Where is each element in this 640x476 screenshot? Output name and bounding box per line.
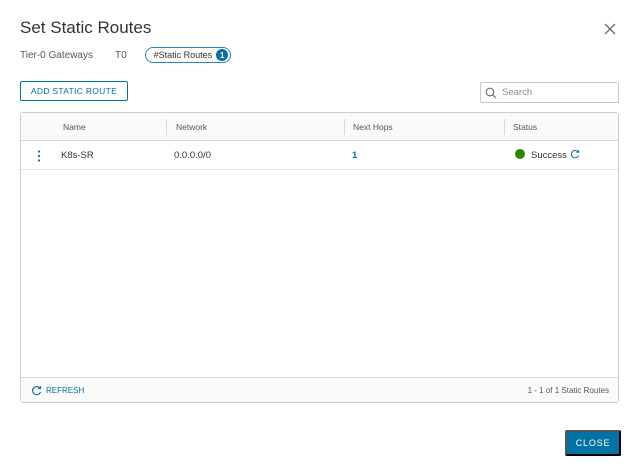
static-routes-count-badge: 1 (216, 49, 229, 61)
status-text: Success (531, 150, 567, 161)
status-cell: Success (515, 141, 580, 170)
breadcrumb: Tier-0 Gateways T0 #Static Routes 1 (20, 46, 232, 64)
table-header: Name Network Next Hops Status (21, 113, 618, 141)
next-hops-link[interactable]: 1 (352, 141, 357, 170)
static-routes-pill-label: #Static Routes (153, 50, 213, 60)
static-routes-table: Name Network Next Hops Status K8s-SR 0.0… (20, 112, 619, 403)
column-header-name[interactable]: Name (63, 113, 86, 141)
gateway-name-label: T0 (114, 49, 127, 61)
column-header-status[interactable]: Status (513, 113, 537, 141)
add-static-route-button[interactable]: ADD STATIC ROUTE (20, 81, 128, 101)
refresh-button[interactable]: REFRESH (31, 378, 84, 403)
table-footer: REFRESH 1 - 1 of 1 Static Routes (21, 377, 618, 402)
refresh-icon (32, 386, 42, 396)
refresh-label: REFRESH (46, 386, 85, 395)
column-divider[interactable] (166, 119, 167, 135)
dialog-title: Set Static Routes (20, 18, 152, 37)
route-name: K8s-SR (61, 150, 94, 161)
search-box (480, 82, 619, 103)
gateway-type-label: Tier-0 Gateways (20, 49, 93, 61)
refresh-status-icon[interactable] (570, 149, 580, 159)
column-divider[interactable] (344, 119, 345, 135)
static-routes-pill: #Static Routes 1 (144, 47, 232, 63)
column-divider[interactable] (504, 119, 505, 135)
pagination-count: 1 - 1 of 1 Static Routes (527, 386, 609, 395)
route-network: 0.0.0.0/0 (174, 150, 211, 161)
success-status-icon (515, 149, 525, 160)
column-header-network[interactable]: Network (176, 113, 207, 141)
row-actions-kebab-icon[interactable] (35, 149, 43, 163)
close-icon[interactable] (602, 21, 618, 37)
search-input[interactable] (502, 87, 612, 98)
search-icon (485, 87, 497, 98)
column-header-next-hops[interactable]: Next Hops (353, 113, 393, 141)
table-row: K8s-SR 0.0.0.0/0 1 Success (21, 141, 618, 170)
close-button[interactable]: CLOSE (565, 430, 621, 456)
